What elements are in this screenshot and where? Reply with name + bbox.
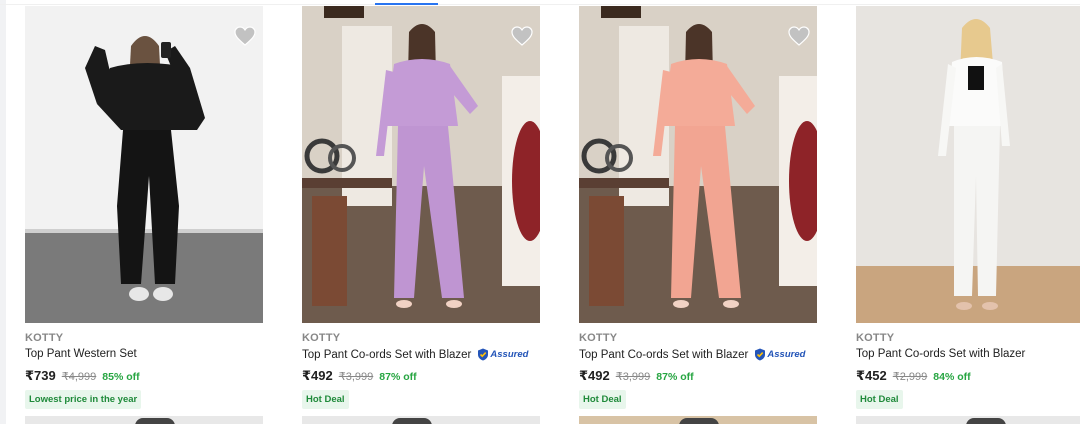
assured-badge: Assured (754, 348, 805, 361)
next-row-product-image[interactable] (25, 416, 263, 424)
title-row: Top Pant Co-ords Set with Blazer Assured (579, 348, 805, 361)
title-row: Top Pant Western Set (25, 348, 137, 360)
product-image[interactable] (25, 6, 263, 323)
product-card[interactable]: KOTTY Top Pant Co-ords Set with Blazer A… (579, 0, 819, 424)
product-title[interactable]: Top Pant Co-ords Set with Blazer (579, 349, 748, 361)
product-card[interactable]: KOTTY Top Pant Western Set ₹739 ₹4,999 8… (25, 0, 265, 424)
selling-price: ₹739 (25, 368, 56, 383)
wishlist-heart-icon[interactable] (510, 24, 534, 48)
product-image[interactable] (302, 6, 540, 323)
product-photo-black-set (25, 6, 263, 323)
deal-badge: Hot Deal (579, 390, 626, 409)
shield-check-icon (478, 348, 489, 361)
selling-price: ₹492 (302, 368, 333, 383)
price-row: ₹492 ₹3,999 87% off (302, 368, 417, 384)
wishlist-heart-icon[interactable] (233, 24, 257, 48)
brand-name: KOTTY (856, 332, 895, 344)
price-row: ₹452 ₹2,999 84% off (856, 368, 971, 384)
original-price: ₹3,999 (615, 371, 651, 383)
original-price: ₹3,999 (338, 371, 374, 383)
next-row-product-image[interactable] (579, 416, 817, 424)
assured-label: Assured (767, 349, 806, 360)
wishlist-heart-icon[interactable] (787, 24, 811, 48)
discount-percent: 85% off (102, 371, 140, 383)
product-image[interactable] (579, 6, 817, 323)
title-row: Top Pant Co-ords Set with Blazer Assured (302, 348, 528, 361)
deal-badge: Hot Deal (302, 390, 349, 409)
next-row-product-image[interactable] (856, 416, 1080, 424)
brand-name: KOTTY (25, 332, 64, 344)
product-photo-white-set (856, 6, 1080, 323)
shield-check-icon (755, 348, 766, 361)
price-row: ₹739 ₹4,999 85% off (25, 368, 140, 384)
product-title[interactable]: Top Pant Co-ords Set with Blazer (302, 349, 471, 361)
original-price: ₹2,999 (892, 371, 928, 383)
product-grid-page: KOTTY Top Pant Western Set ₹739 ₹4,999 8… (0, 0, 1080, 424)
brand-name: KOTTY (302, 332, 341, 344)
product-image[interactable] (856, 6, 1080, 323)
product-photo-peach-set (579, 6, 817, 323)
selling-price: ₹452 (856, 368, 887, 383)
product-card[interactable]: KOTTY Top Pant Co-ords Set with Blazer ₹… (856, 0, 1080, 424)
assured-label: Assured (490, 349, 529, 360)
next-row-product-image[interactable] (302, 416, 540, 424)
deal-badge: Lowest price in the year (25, 390, 142, 409)
brand-name: KOTTY (579, 332, 618, 344)
discount-percent: 87% off (656, 371, 694, 383)
deal-badge: Hot Deal (856, 390, 903, 409)
selling-price: ₹492 (579, 368, 610, 383)
assured-badge: Assured (477, 348, 528, 361)
discount-percent: 84% off (933, 371, 971, 383)
product-title[interactable]: Top Pant Western Set (25, 348, 137, 360)
title-row: Top Pant Co-ords Set with Blazer (856, 348, 1025, 360)
price-row: ₹492 ₹3,999 87% off (579, 368, 694, 384)
product-grid: KOTTY Top Pant Western Set ₹739 ₹4,999 8… (0, 0, 1080, 424)
original-price: ₹4,999 (61, 371, 97, 383)
discount-percent: 87% off (379, 371, 417, 383)
product-photo-lilac-set (302, 6, 540, 323)
product-card[interactable]: KOTTY Top Pant Co-ords Set with Blazer A… (302, 0, 542, 424)
product-title[interactable]: Top Pant Co-ords Set with Blazer (856, 348, 1025, 360)
